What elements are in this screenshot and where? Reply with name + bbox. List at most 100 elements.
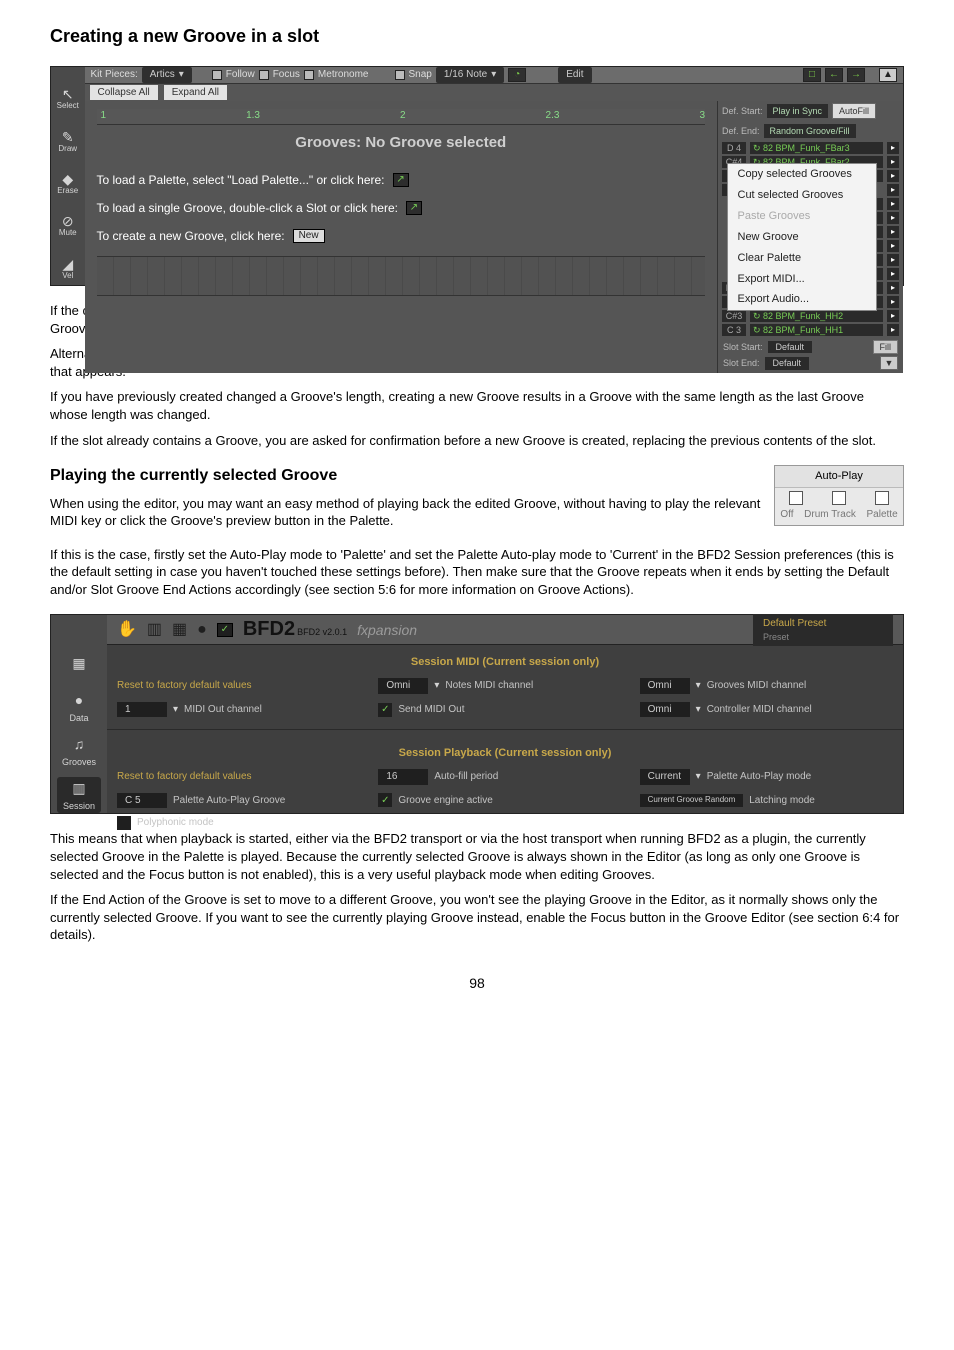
nav-up[interactable]: ▲ <box>879 68 897 82</box>
palette-slot[interactable]: D 4↻ 82 BPM_Funk_FBar3▸ <box>718 141 903 155</box>
slot-play-icon[interactable]: ▸ <box>887 240 899 252</box>
playback-section-title: Session Playback (Current session only) <box>117 746 893 761</box>
body-text: This means that when playback is started… <box>50 830 904 883</box>
select-icon: ↖ <box>62 87 74 101</box>
autofill-period-dropdown[interactable]: 16 <box>378 769 428 785</box>
nav-stop[interactable]: □ <box>803 68 821 82</box>
chevron-down-icon: ▾ <box>696 703 701 717</box>
slot-key: D 4 <box>722 142 746 154</box>
tool-erase[interactable]: ◆Erase <box>56 168 80 200</box>
expand-all-button[interactable]: Expand All <box>163 84 228 102</box>
load-groove-hint: To load a single Groove, double-click a … <box>97 200 706 216</box>
collapse-all-button[interactable]: Collapse All <box>89 84 159 102</box>
slot-play-icon[interactable]: ▸ <box>887 156 899 168</box>
latching-dropdown[interactable]: Current Groove Random <box>640 794 744 807</box>
grooves-channel-dropdown[interactable]: Omni <box>640 678 690 694</box>
context-menu-item: Paste Grooves <box>728 206 876 227</box>
def-end-dropdown[interactable]: Random Groove/Fill <box>764 124 856 138</box>
slot-play-icon[interactable]: ▸ <box>887 170 899 182</box>
bfd2-logo: BFD2BFD2 v2.0.1 <box>243 616 347 643</box>
slot-end-value[interactable]: Default <box>765 357 810 369</box>
follow-checkbox[interactable] <box>212 70 222 80</box>
sidebar-item-grooves[interactable]: ♫Grooves <box>57 733 101 769</box>
sidebar-item-data[interactable]: ●Data <box>57 689 101 725</box>
nav-down[interactable]: ▼ <box>880 356 898 370</box>
sidebar-item-top[interactable]: ▦ <box>57 645 101 681</box>
autofill-button[interactable]: AutoFill <box>832 103 876 119</box>
palette-auto-groove-dropdown[interactable]: C 5 <box>117 793 167 809</box>
auto-play-title: Auto-Play <box>775 466 903 488</box>
slot-play-icon[interactable]: ▸ <box>887 282 899 294</box>
tool-vel[interactable]: ◢Vel <box>56 253 80 285</box>
kit-pieces-dropdown[interactable]: Artics▾ <box>142 67 192 83</box>
slot-play-icon[interactable]: ▸ <box>887 142 899 154</box>
hand-icon[interactable]: ✋ <box>117 619 137 641</box>
slot-play-icon[interactable]: ▸ <box>887 268 899 280</box>
nav-prev[interactable]: ← <box>825 68 843 82</box>
context-menu-item[interactable]: Export Audio... <box>728 289 876 310</box>
bars-icon[interactable]: ▥ <box>147 619 162 641</box>
auto-play-off[interactable] <box>789 491 803 505</box>
slot-play-icon[interactable]: ▸ <box>887 324 899 336</box>
header-check[interactable]: ✓ <box>217 623 233 637</box>
load-palette-icon[interactable]: ↗ <box>393 173 409 187</box>
slot-play-icon[interactable]: ▸ <box>887 254 899 266</box>
auto-play-palette[interactable] <box>875 491 889 505</box>
tool-mute[interactable]: ⊘Mute <box>56 211 80 243</box>
palette-slot[interactable]: C 3↻ 82 BPM_Funk_HH1▸ <box>718 323 903 337</box>
body-text: If the End Action of the Groove is set t… <box>50 891 904 944</box>
reset-midi-link[interactable]: Reset to factory default values <box>117 679 252 693</box>
nav-next[interactable]: → <box>847 68 865 82</box>
slot-play-icon[interactable]: ▸ <box>887 310 899 322</box>
preset-dropdown[interactable]: Default Preset Preset <box>753 614 893 646</box>
grid-icon: ▦ <box>72 654 85 673</box>
chevron-down-icon: ▾ <box>696 679 701 693</box>
keys-icon[interactable]: ▦ <box>172 619 187 641</box>
snap-checkbox[interactable] <box>395 70 405 80</box>
auto-play-panel: Auto-Play Off Drum Track Palette <box>774 465 904 526</box>
sidebar-item-session[interactable]: ▥Session <box>57 777 101 813</box>
auto-play-drumtrack[interactable] <box>832 491 846 505</box>
fill-button[interactable]: Fill <box>873 340 899 354</box>
globe-icon[interactable]: ● <box>197 619 207 641</box>
snap-value-dropdown[interactable]: 1/16 Note▾ <box>436 67 504 83</box>
clock-icon[interactable]: ◔ <box>508 68 526 82</box>
def-start-dropdown[interactable]: Play in Sync <box>767 104 829 118</box>
groove-engine-checkbox[interactable]: ✓ <box>378 793 392 807</box>
new-groove-button[interactable]: New <box>293 229 325 243</box>
tool-draw[interactable]: ✎Draw <box>56 126 80 158</box>
preferences-screenshot: ▦ ●Data ♫Grooves ▥Session ✋ ▥ ▦ ● ✓ BFD2… <box>50 614 904 814</box>
tool-select[interactable]: ↖Select <box>56 83 80 115</box>
notes-channel-dropdown[interactable]: Omni <box>378 678 428 694</box>
send-midi-checkbox[interactable]: ✓ <box>378 703 392 717</box>
prefs-sidebar: ▦ ●Data ♫Grooves ▥Session <box>51 615 107 813</box>
midi-out-channel-dropdown[interactable]: 1 <box>117 702 167 718</box>
reset-playback-link[interactable]: Reset to factory default values <box>117 770 252 784</box>
slot-play-icon[interactable]: ▸ <box>887 198 899 210</box>
editor-status-title: Grooves: No Groove selected <box>97 133 706 153</box>
slot-play-icon[interactable]: ▸ <box>887 296 899 308</box>
slot-play-icon[interactable]: ▸ <box>887 184 899 196</box>
metronome-checkbox[interactable] <box>304 70 314 80</box>
polyphonic-checkbox[interactable] <box>117 816 131 830</box>
slot-play-icon[interactable]: ▸ <box>887 226 899 238</box>
context-menu-item[interactable]: New Groove <box>728 227 876 248</box>
context-menu-item[interactable]: Copy selected Grooves <box>728 164 876 185</box>
edit-dropdown[interactable]: Edit <box>558 67 591 83</box>
controller-channel-dropdown[interactable]: Omni <box>640 702 690 718</box>
note-icon: ♫ <box>74 735 85 754</box>
palette-slot[interactable]: C#3↻ 82 BPM_Funk_HH2▸ <box>718 309 903 323</box>
prefs-header: ✋ ▥ ▦ ● ✓ BFD2BFD2 v2.0.1 fxpansion Defa… <box>107 615 903 645</box>
load-groove-icon[interactable]: ↗ <box>406 201 422 215</box>
slot-play-icon[interactable]: ▸ <box>887 212 899 224</box>
tool-column: ↖Select ✎Draw ◆Erase ⊘Mute ◢Vel <box>51 67 85 285</box>
chevron-down-icon: ▾ <box>173 703 178 717</box>
palette-auto-mode-dropdown[interactable]: Current <box>640 769 690 785</box>
palette-panel: Def. Start: Play in Sync AutoFill Def. E… <box>717 101 903 373</box>
def-end-label: Def. End: <box>722 125 760 137</box>
context-menu-item[interactable]: Cut selected Grooves <box>728 185 876 206</box>
focus-checkbox[interactable] <box>259 70 269 80</box>
context-menu-item[interactable]: Clear Palette <box>728 248 876 269</box>
slot-start-value[interactable]: Default <box>768 341 813 353</box>
context-menu-item[interactable]: Export MIDI... <box>728 269 876 290</box>
